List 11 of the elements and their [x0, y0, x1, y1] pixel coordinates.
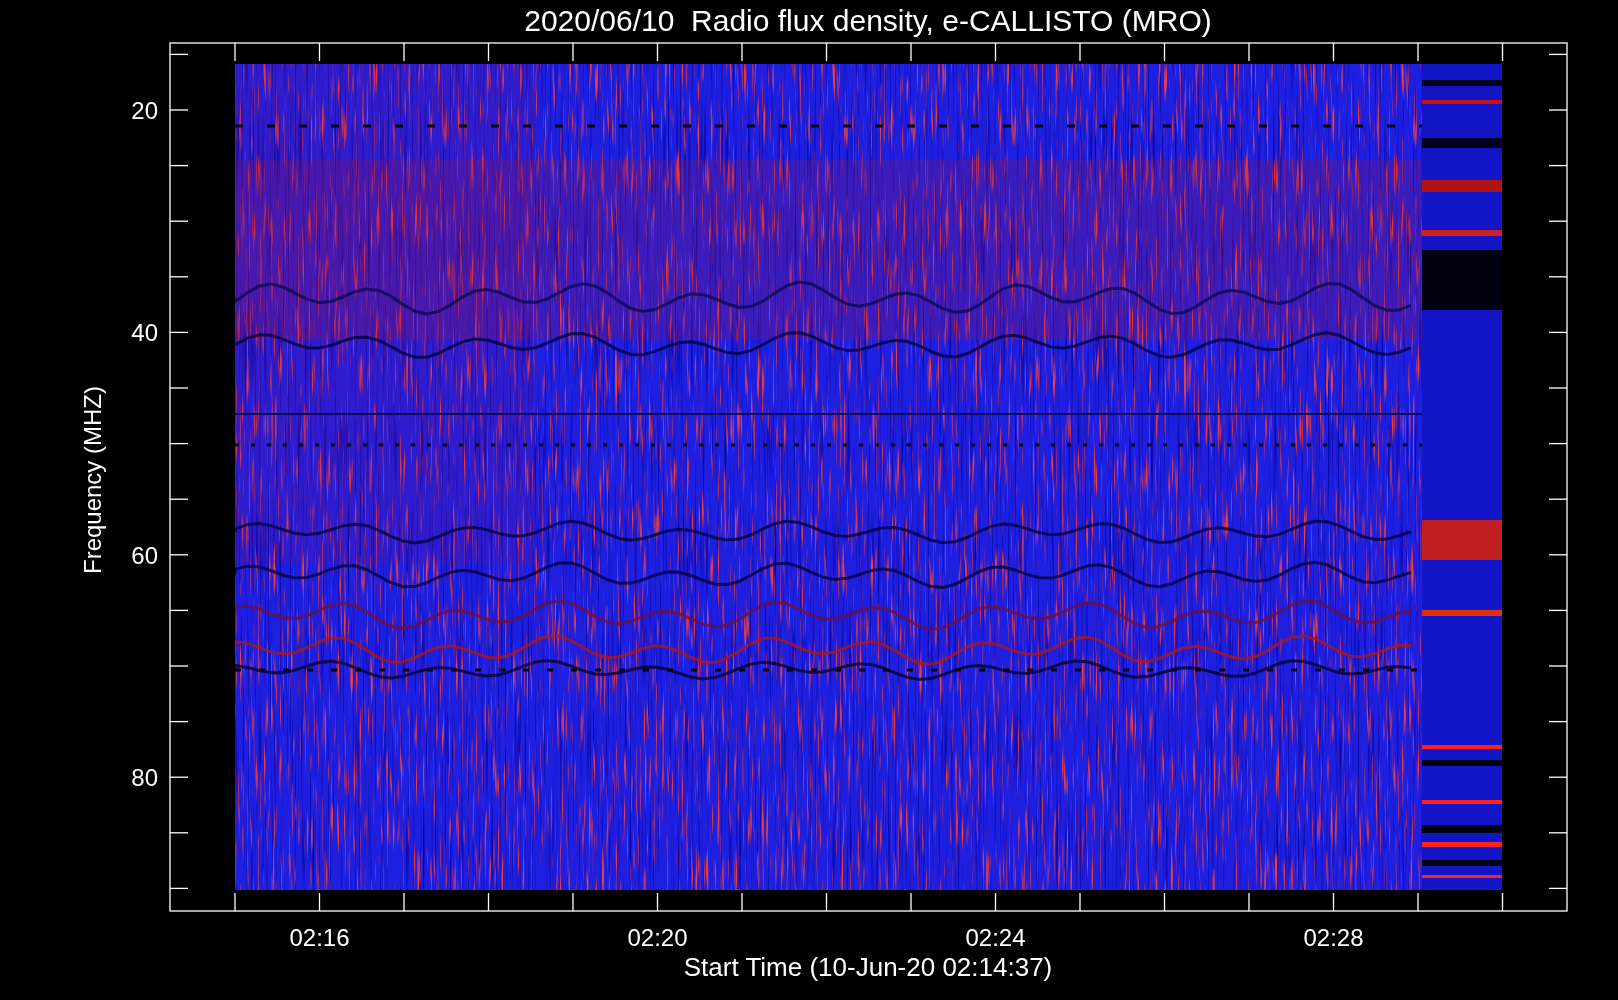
axis-tick-label: 20 — [131, 97, 158, 124]
axis-tick-label: 02:28 — [1303, 924, 1364, 951]
axis-tick-label: 40 — [131, 319, 158, 347]
y-axis-label: Frequency (MHZ) — [79, 386, 106, 574]
chart-title: 2020/06/10 Radio flux density, e-CALLISTO (MRO) — [524, 4, 1212, 37]
axis-tick-label: 80 — [131, 764, 158, 792]
axis-tick-label: 02:24 — [965, 924, 1026, 951]
axis-tick-label: 02:20 — [627, 924, 688, 951]
axis-tick-label: 60 — [131, 541, 158, 569]
axis-tick-label: 02:16 — [289, 924, 350, 951]
x-axis-label: Start Time (10-Jun-20 02:14:37) — [683, 952, 1053, 982]
